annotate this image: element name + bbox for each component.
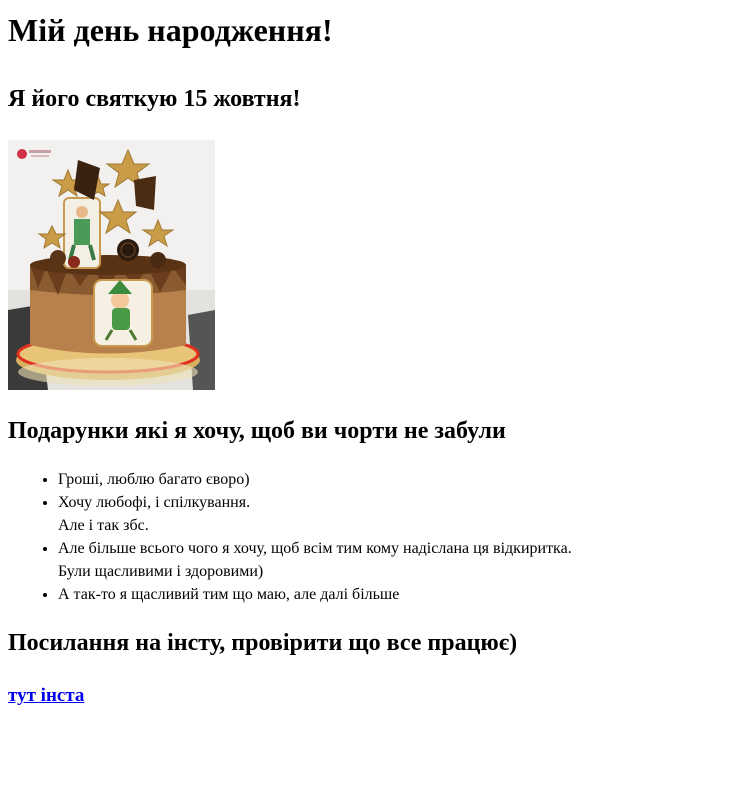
list-item-text: Хочу любофі, і спілкування. [58,494,251,512]
list-item: Але більше всього чого я хочу, щоб всім … [58,537,738,583]
list-item: Гроші, люблю багато єворо) [58,468,738,491]
instagram-link[interactable]: тут інста [8,685,84,707]
birthday-date-heading: Я його святкую 15 жовтня! [8,85,301,112]
page-title: Мій день народження! [8,12,333,48]
list-item-text: Але більше всього чого я хочу, щоб всім … [58,540,572,558]
instagram-heading: Посилання на інсту, провірити що все пра… [8,630,518,657]
gifts-heading: Подарунки які я хочу, щоб ви чорти не за… [8,417,506,444]
cake-image [8,139,215,390]
list-item-text: Але і так збс. [58,517,149,535]
list-item-text: А так-то я щасливий тим що маю, але далі… [58,586,400,604]
list-item: А так-то я щасливий тим що маю, але далі… [58,583,738,606]
list-item-text: Були щасливими і здоровими) [58,563,264,581]
list-item: Хочу любофі, і спілкування. Але і так зб… [58,491,738,537]
list-item-text: Гроші, люблю багато єворо) [58,471,250,489]
gifts-list: Гроші, люблю багато єворо) Хочу любофі, … [8,468,738,606]
